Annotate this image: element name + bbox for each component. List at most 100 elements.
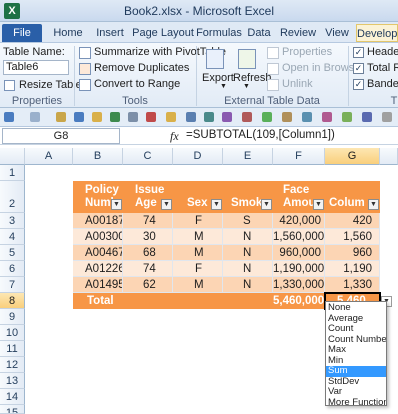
tab-formulas[interactable]: Formulas (196, 24, 242, 42)
row-header-5[interactable]: 5 (0, 245, 25, 261)
table-cell[interactable]: 74 (123, 213, 173, 229)
fill-color-icon[interactable] (302, 112, 312, 122)
table-cell[interactable]: F (173, 261, 223, 277)
option-more-functions[interactable]: More Functions... (326, 398, 386, 407)
open-icon[interactable] (92, 112, 102, 122)
tab-page-layout[interactable]: Page Layout (132, 24, 194, 42)
row-header-2[interactable]: 2 (0, 181, 25, 213)
print-preview-icon[interactable] (110, 112, 120, 122)
option-stddev[interactable]: StdDev (326, 377, 386, 388)
format-painter-icon[interactable] (262, 112, 272, 122)
column-header-f[interactable]: F (273, 148, 325, 165)
filter-dropdown-policy-number-icon[interactable]: ▼ (111, 199, 122, 210)
option-count[interactable]: Count (326, 324, 386, 335)
tab-file[interactable]: File (2, 24, 42, 42)
table-cell[interactable]: A01226 (73, 261, 123, 277)
table-cell[interactable]: 1,560,000 (273, 229, 325, 245)
option-sum[interactable]: Sum (326, 366, 386, 377)
row-header-4[interactable]: 4 (0, 229, 25, 245)
export-dropdown-icon[interactable]: ▼ (220, 83, 227, 90)
banded-rows-checkbox[interactable]: ✓ (353, 79, 364, 90)
tab-review[interactable]: Review (278, 24, 318, 42)
filter-dropdown-column1-icon[interactable]: ▼ (368, 199, 379, 210)
table-cell[interactable]: 1,190,000 (273, 261, 325, 277)
customize-qat-icon[interactable] (382, 112, 392, 122)
total-function-list[interactable]: None Average Count Count Numbers Max Min… (325, 301, 387, 407)
table-cell[interactable]: F (173, 213, 223, 229)
table-cell[interactable]: A01495 (73, 277, 123, 293)
row-header-12[interactable]: 12 (0, 357, 25, 373)
table-cell[interactable]: 68 (123, 245, 173, 261)
chart-icon[interactable] (204, 112, 214, 122)
row-header-11[interactable]: 11 (0, 341, 25, 357)
borders-icon[interactable] (282, 112, 292, 122)
table-name-input[interactable]: Table6 (3, 60, 69, 75)
table-cell[interactable]: A00300 (73, 229, 123, 245)
resize-table-button[interactable]: Resize Table (19, 79, 82, 91)
option-var[interactable]: Var (326, 387, 386, 398)
table-cell[interactable]: N (223, 245, 273, 261)
filter-dropdown-smoker-icon[interactable]: ▼ (261, 199, 272, 210)
total-row-label[interactable]: Total (73, 293, 273, 309)
table-cell[interactable]: 1,560 (325, 229, 380, 245)
table-cell[interactable]: 1,330 (325, 277, 380, 293)
row-header-8[interactable]: 8 (0, 293, 25, 309)
refresh-button[interactable]: Refresh (233, 72, 272, 84)
table-cell[interactable]: A00187 (73, 213, 123, 229)
convert-to-range-button[interactable]: Convert to Range (94, 78, 180, 90)
table-cell[interactable]: 74 (123, 261, 173, 277)
option-min[interactable]: Min (326, 356, 386, 367)
column-header-e[interactable]: E (223, 148, 273, 165)
tab-view[interactable]: View (322, 24, 352, 42)
table-cell[interactable]: 960 (325, 245, 380, 261)
table-cell[interactable]: 420,000 (273, 213, 325, 229)
row-header-9[interactable]: 9 (0, 309, 25, 325)
column-header-b[interactable]: B (73, 148, 123, 165)
select-all-corner[interactable] (0, 148, 25, 165)
table-cell[interactable]: 30 (123, 229, 173, 245)
row-header-14[interactable]: 14 (0, 389, 25, 405)
option-max[interactable]: Max (326, 345, 386, 356)
row-header-10[interactable]: 10 (0, 325, 25, 341)
refresh-dropdown-icon[interactable]: ▼ (243, 83, 250, 90)
remove-duplicates-button[interactable]: Remove Duplicates (94, 62, 189, 74)
table-cell[interactable]: N (223, 277, 273, 293)
option-count-numbers[interactable]: Count Numbers (326, 335, 386, 346)
sort-icon[interactable] (56, 112, 66, 122)
table-cell[interactable]: M (173, 245, 223, 261)
row-header-15[interactable]: 15 (0, 405, 25, 414)
filter-dropdown-issue-age-icon[interactable]: ▼ (161, 199, 172, 210)
insert-function-icon[interactable]: fx (170, 129, 179, 144)
tab-data[interactable]: Data (244, 24, 274, 42)
macro-icon[interactable] (222, 112, 232, 122)
autosum-icon[interactable] (342, 112, 352, 122)
unlink-button[interactable]: Unlink (282, 78, 313, 90)
table-cell[interactable]: 62 (123, 277, 173, 293)
table-cell[interactable]: A00467 (73, 245, 123, 261)
tab-home[interactable]: Home (50, 24, 86, 42)
row-header-13[interactable]: 13 (0, 373, 25, 389)
export-button[interactable]: Export (202, 72, 234, 84)
open-in-browser-button[interactable]: Open in Browser (282, 62, 364, 74)
column-header-d[interactable]: D (173, 148, 223, 165)
formula-input[interactable]: =SUBTOTAL(109,[Column1]) (186, 129, 335, 141)
column-header-h[interactable] (380, 148, 398, 165)
tab-insert[interactable]: Insert (90, 24, 130, 42)
name-box[interactable]: G8 (2, 128, 120, 144)
column-header-g[interactable]: G (325, 148, 380, 165)
header-row-checkbox[interactable]: ✓ (353, 47, 364, 58)
redo-icon[interactable] (30, 112, 40, 122)
print-icon[interactable] (128, 112, 138, 122)
filter-icon[interactable] (242, 112, 252, 122)
row-header-7[interactable]: 7 (0, 277, 25, 293)
link-icon[interactable] (166, 112, 176, 122)
table-cell[interactable]: 1,330,000 (273, 277, 325, 293)
table-cell[interactable]: 960,000 (273, 245, 325, 261)
table-cell[interactable]: 1,190 (325, 261, 380, 277)
option-average[interactable]: Average (326, 314, 386, 325)
total-face-amount[interactable]: 5,460,000 (273, 293, 325, 309)
column-header-a[interactable]: A (25, 148, 73, 165)
symbol-icon[interactable] (186, 112, 196, 122)
table-cell[interactable]: M (173, 277, 223, 293)
column-header-c[interactable]: C (123, 148, 173, 165)
